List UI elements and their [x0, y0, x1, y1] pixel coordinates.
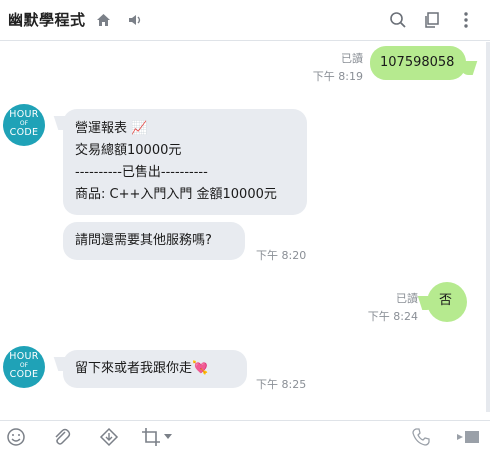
incoming-message-bubble[interactable]: 營運報表 📈 交易總額10000元 ----------已售出---------…: [63, 109, 307, 215]
message-line: 交易總額10000元: [75, 143, 182, 158]
read-receipt: 已讀: [341, 52, 363, 65]
message-text: 107598058: [380, 55, 455, 70]
read-receipt: 已讀: [396, 292, 418, 305]
search-icon[interactable]: [387, 9, 409, 31]
more-icon[interactable]: [455, 9, 477, 31]
attach-icon[interactable]: [51, 426, 73, 448]
download-icon[interactable]: [98, 426, 120, 448]
chat-title: 幽默學程式: [8, 11, 86, 29]
message-time: 下午 8:19: [312, 70, 363, 83]
message-text: 請問還需要其他服務嗎?: [75, 233, 212, 248]
speaker-icon[interactable]: [124, 9, 146, 31]
avatar[interactable]: HOUR OF CODE: [3, 346, 45, 388]
chevron-down-icon[interactable]: [162, 426, 174, 448]
emoji-icon[interactable]: [5, 426, 27, 448]
avatar-text: CODE: [9, 369, 39, 380]
incoming-message-bubble[interactable]: 留下來或者我跟你走💘: [63, 350, 247, 388]
avatar-text: CODE: [9, 127, 39, 138]
message-time: 下午 8:25: [256, 378, 307, 391]
call-icon[interactable]: [410, 426, 432, 448]
chat-header: 幽默學程式: [0, 0, 490, 41]
outgoing-message-bubble[interactable]: 107598058: [370, 46, 466, 80]
input-toolbar: [0, 420, 490, 450]
video-icon[interactable]: [455, 426, 481, 448]
message-text: 否: [439, 293, 453, 308]
message-text: 留下來或者我跟你走💘: [75, 361, 209, 376]
message-line: 營運報表 📈: [75, 121, 148, 136]
scrollbar[interactable]: [486, 42, 490, 412]
avatar[interactable]: HOUR OF CODE: [3, 104, 45, 146]
incoming-message-bubble[interactable]: 請問還需要其他服務嗎?: [63, 222, 245, 260]
avatar-text: HOUR: [9, 351, 39, 362]
home-icon[interactable]: [92, 9, 114, 31]
avatar-text: HOUR: [9, 109, 39, 120]
message-time: 下午 8:20: [256, 249, 307, 262]
message-line: 商品: C++入門入門 金額10000元: [75, 187, 277, 202]
message-time: 下午 8:24: [367, 310, 418, 323]
message-line: ----------已售出----------: [75, 165, 208, 180]
copy-icon[interactable]: [421, 9, 443, 31]
outgoing-message-bubble[interactable]: 否: [427, 282, 467, 322]
crop-icon[interactable]: [140, 426, 162, 448]
